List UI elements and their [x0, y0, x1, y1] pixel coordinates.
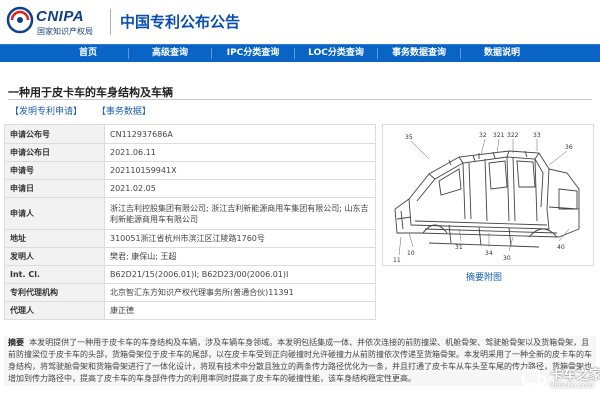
- logo-text-cn: 国家知识产权局: [37, 27, 93, 36]
- main-nav: 首页 高级查询 IPC分类查询 LOC分类查询 事务数据查询 数据说明: [0, 44, 600, 62]
- info-key: 地址: [4, 229, 105, 248]
- info-value: 康正德: [104, 301, 376, 320]
- table-row: 地址 310051浙江省杭州市滨江区江陵路1760号: [4, 229, 376, 248]
- info-key: 申请公布号: [4, 124, 105, 144]
- figure-label: 31: [455, 244, 463, 251]
- watermark-truck-icon: [521, 368, 547, 390]
- nav-home[interactable]: 首页: [48, 45, 128, 62]
- figure-label: 322: [507, 132, 519, 139]
- figure-label: 35: [405, 134, 413, 141]
- table-row: 发明人 樊君; 康保山; 王超: [4, 247, 376, 266]
- info-key: 申请人: [4, 197, 105, 230]
- info-key: 发明人: [4, 247, 105, 266]
- info-key: 代理人: [4, 301, 105, 320]
- link-publication[interactable]: 【发明专利申请】: [10, 107, 82, 117]
- figure-label: 32: [479, 132, 487, 139]
- nav-loc-search[interactable]: LOC分类查询: [295, 45, 377, 62]
- doc-links: 【发明专利申请】 【事务数据】: [10, 104, 163, 117]
- figure-label: 321: [493, 132, 505, 139]
- abstract-label: 摘要: [8, 338, 24, 347]
- figure-label: 30: [503, 255, 511, 262]
- info-key: 申请日: [4, 179, 105, 198]
- logo-text-en: CNIPA: [36, 8, 85, 25]
- header-divider: [110, 9, 111, 35]
- figure-label: 11: [393, 257, 401, 263]
- nav-ipc-search[interactable]: IPC分类查询: [212, 45, 294, 62]
- watermark-domain: 360che.com: [550, 381, 594, 390]
- patent-info-table: 申请公布号 CN112937686A 申请公布日 2021.06.11 申请号 …: [4, 124, 376, 320]
- cnipa-emblem-icon: [6, 6, 34, 34]
- info-value: CN112937686A: [104, 124, 376, 144]
- info-key: 申请公布日: [4, 143, 105, 162]
- abstract-section: 摘要 本发明提供了一种用于皮卡车的车身结构及车辆，涉及车辆车身领域。本发明包括集…: [4, 336, 596, 386]
- vehicle-body-drawing: 35 32 321 322 33 36 31 34 30 40 10 11: [393, 132, 580, 263]
- figure-label: 34: [485, 250, 493, 257]
- link-transaction[interactable]: 【事务数据】: [97, 107, 151, 117]
- patent-title: 一种用于皮卡车的车身结构及车辆: [8, 86, 173, 99]
- table-row: Int. Cl. B62D21/15(2006.01)I; B62D23/00(…: [4, 265, 376, 284]
- nav-advanced-search[interactable]: 高级查询: [129, 45, 211, 62]
- info-key: 专利代理机构: [4, 283, 105, 302]
- info-key: 申请号: [4, 161, 105, 180]
- figure-label: 36: [565, 144, 573, 151]
- info-value: 浙江吉利控股集团有限公司; 浙江吉利新能源商用车集团有限公司; 山东吉利新能源商…: [104, 197, 376, 230]
- table-row: 申请公布日 2021.06.11: [4, 143, 376, 162]
- abstract-text: 本发明提供了一种用于皮卡车的车身结构及车辆，涉及车辆车身领域。本发明包括集成一体…: [8, 338, 592, 383]
- cnipa-logo[interactable]: CNIPA 国家知识产权局: [6, 6, 106, 38]
- watermark: 卡车之家 360che.com: [520, 362, 600, 396]
- table-row: 申请人 浙江吉利控股集团有限公司; 浙江吉利新能源商用车集团有限公司; 山东吉利…: [4, 197, 376, 230]
- site-header: CNIPA 国家知识产权局 中国专利公布公告: [0, 0, 600, 44]
- site-title: 中国专利公布公告: [120, 13, 241, 31]
- info-value: 2021.06.11: [104, 143, 376, 162]
- info-value: 202110159941X: [104, 161, 376, 180]
- info-value: 2021.02.05: [104, 179, 376, 198]
- table-row: 专利代理机构 北京智汇东方知识产权代理事务所(普通合伙)11391: [4, 283, 376, 302]
- nav-transaction-search[interactable]: 事务数据查询: [378, 45, 460, 62]
- table-row: 申请公布号 CN112937686A: [4, 124, 376, 144]
- nav-data-description[interactable]: 数据说明: [461, 45, 543, 62]
- abstract-figure[interactable]: 35 32 321 322 33 36 31 34 30 40 10 11: [382, 124, 594, 266]
- table-row: 申请号 202110159941X: [4, 161, 376, 180]
- info-value: 310051浙江省杭州市滨江区江陵路1760号: [104, 229, 376, 248]
- info-value: B62D21/15(2006.01)I; B62D23/00(2006.01)I: [104, 265, 376, 284]
- figure-label: 10: [407, 250, 415, 257]
- info-key: Int. Cl.: [4, 265, 105, 284]
- figure-label: 33: [533, 132, 541, 139]
- table-row: 申请日 2021.02.05: [4, 179, 376, 198]
- info-value: 樊君; 康保山; 王超: [104, 247, 376, 266]
- figure-label: 40: [557, 244, 565, 251]
- info-value: 北京智汇东方知识产权代理事务所(普通合伙)11391: [104, 283, 376, 302]
- title-divider: [8, 99, 592, 100]
- figure-caption-link[interactable]: 摘要附图: [466, 270, 502, 283]
- table-row: 代理人 康正德: [4, 301, 376, 320]
